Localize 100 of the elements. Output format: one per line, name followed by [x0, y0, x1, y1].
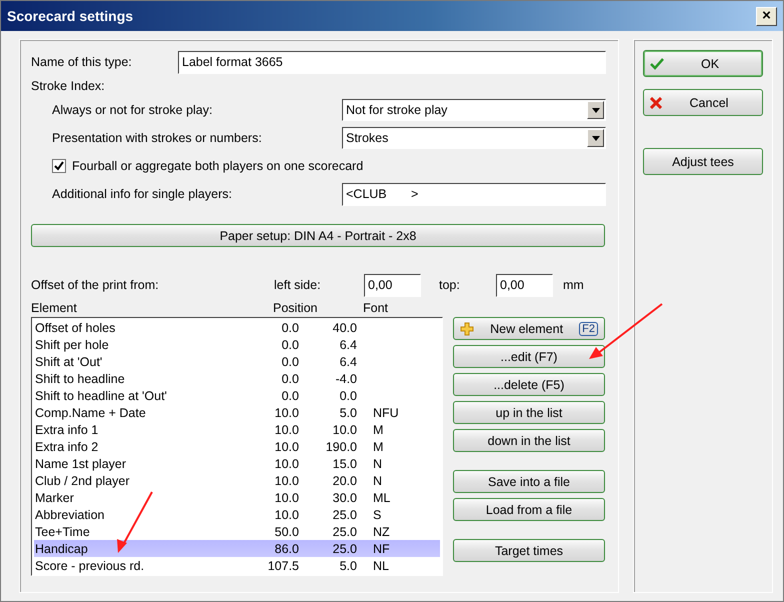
caret-icon [592, 108, 600, 112]
list-row[interactable]: Offset of holes 0.0 40.0 [34, 319, 440, 336]
font-code: ML [372, 490, 392, 504]
field-label: Offset of the print from: [31, 278, 160, 292]
list-button[interactable]: Save into a file [453, 470, 605, 493]
column-header: Element [31, 301, 78, 315]
field-label: Always or not for stroke play: [52, 103, 214, 117]
position-y: 190.0 [324, 440, 357, 454]
font-code: N [372, 456, 384, 470]
close-icon [650, 96, 662, 108]
new-element-button[interactable]: New element F2 [453, 317, 605, 340]
list-button[interactable]: Load from a file [453, 498, 605, 521]
font-code: N [372, 474, 384, 488]
list-button[interactable]: down in the list [453, 429, 605, 452]
position-x: 0.0 [280, 388, 299, 402]
position-x: 10.0 [274, 474, 299, 488]
list-row[interactable]: Name 1st player 10.0 15.0 N [34, 455, 440, 472]
list-row[interactable]: Handicap 86.0 25.0 NF [34, 540, 440, 557]
list-row[interactable]: Marker 10.0 30.0 ML [34, 489, 440, 506]
adjust-tees-button[interactable]: Adjust tees [643, 148, 763, 175]
plus-icon [460, 322, 474, 336]
position-y: 0.0 [338, 388, 357, 402]
position-y: 6.4 [338, 338, 357, 352]
element-name: Tee+Time [35, 524, 91, 538]
list-row[interactable]: Comp.Name + Date 10.0 5.0 NFU [34, 404, 440, 421]
list-row[interactable]: Club / 2nd player 10.0 20.0 N [34, 472, 440, 489]
list-button[interactable]: ...delete (F5) [453, 373, 605, 396]
position-y: 25.0 [332, 508, 357, 522]
list-row[interactable]: Shift to headline 0.0 -4.0 [34, 370, 440, 387]
position-x: 10.0 [274, 456, 299, 470]
field-label: Additional info for single players: [52, 187, 233, 201]
position-x: 107.5 [266, 558, 299, 572]
list-row[interactable]: Shift per hole 0.0 6.4 [34, 336, 440, 353]
position-x: 10.0 [274, 406, 299, 420]
close-button[interactable]: × [756, 6, 777, 26]
position-x: 10.0 [274, 422, 299, 436]
list-row[interactable]: Shift to headline at 'Out' 0.0 0.0 [34, 387, 440, 404]
position-x: 86.0 [274, 542, 299, 556]
arrow-annotation [117, 491, 153, 553]
element-name: Abbreviation [35, 508, 106, 522]
element-name: Extra info 1 [35, 422, 100, 436]
cancel-button[interactable]: Cancel [643, 89, 763, 116]
position-y: 15.0 [332, 456, 357, 470]
position-y: 25.0 [332, 524, 357, 538]
position-x: 0.0 [280, 320, 299, 334]
position-y: 5.0 [338, 406, 357, 420]
position-x: 0.0 [280, 354, 299, 368]
list-row[interactable]: Extra info 2 10.0 190.0 M [34, 438, 440, 455]
position-x: 0.0 [280, 372, 299, 386]
font-code: NF [372, 542, 391, 556]
checkbox[interactable] [52, 159, 66, 173]
field-label: Presentation with strokes or numbers: [52, 131, 263, 145]
element-name: Comp.Name + Date [35, 406, 147, 420]
element-name: Club / 2nd player [35, 474, 131, 488]
element-name: Name 1st player [35, 456, 128, 470]
position-y: 6.4 [338, 354, 357, 368]
position-y: 20.0 [332, 474, 357, 488]
position-y: 40.0 [332, 320, 357, 334]
list-button[interactable]: Target times [453, 539, 605, 562]
font-code: NFU [372, 406, 400, 420]
list-row[interactable]: Abbreviation 10.0 25.0 S [34, 506, 440, 523]
unit-label: mm [562, 278, 584, 292]
dropdown[interactable]: Not for stroke play [342, 99, 606, 121]
list-row[interactable]: Score - previous rd. 107.5 5.0 NL [34, 557, 440, 574]
column-header: Position [273, 301, 318, 315]
checkbox-label: Fourball or aggregate both players on one scorecard [72, 159, 364, 173]
column-header: Font [363, 301, 390, 315]
position-x: 10.0 [274, 440, 299, 454]
element-name: Handicap [35, 542, 89, 556]
input-field[interactable]: <CLUB > [342, 182, 606, 206]
field-label: Name of this type: [31, 55, 133, 69]
position-x: 0.0 [280, 338, 299, 352]
ok-button[interactable]: OK [643, 50, 763, 77]
element-name: Score - previous rd. [35, 558, 146, 572]
font-code: NL [372, 558, 390, 572]
position-y: -4.0 [334, 372, 357, 386]
element-name: Shift to headline at 'Out' [35, 388, 168, 402]
element-name: Extra info 2 [35, 440, 100, 454]
position-x: 50.0 [274, 524, 299, 538]
input-field[interactable]: 0,00 [496, 274, 553, 296]
position-y: 30.0 [332, 490, 357, 504]
list-row[interactable]: Tee+Time 50.0 25.0 NZ [34, 523, 440, 540]
list-button[interactable]: ...edit (F7) [453, 345, 605, 368]
element-name: Offset of holes [35, 320, 116, 334]
position-y: 25.0 [332, 542, 357, 556]
position-x: 10.0 [274, 508, 299, 522]
caret-icon [592, 136, 600, 140]
element-name: Shift per hole [35, 338, 110, 352]
list-button[interactable]: up in the list [453, 401, 605, 424]
list-row[interactable]: Shift at 'Out' 0.0 6.4 [34, 353, 440, 370]
position-x: 10.0 [274, 490, 299, 504]
check-icon [650, 58, 664, 70]
paper-setup-button[interactable]: Paper setup: DIN A4 - Portrait - 2x8 [31, 224, 605, 247]
window-title: Scorecard settings [7, 8, 134, 24]
section-label: Stroke Index: [31, 79, 105, 93]
field-label: top: [438, 278, 461, 292]
dropdown[interactable]: Strokes [342, 127, 606, 149]
input-field[interactable]: Label format 3665 [178, 50, 606, 74]
input-field[interactable]: 0,00 [364, 274, 421, 296]
list-row[interactable]: Extra info 1 10.0 10.0 M [34, 421, 440, 438]
